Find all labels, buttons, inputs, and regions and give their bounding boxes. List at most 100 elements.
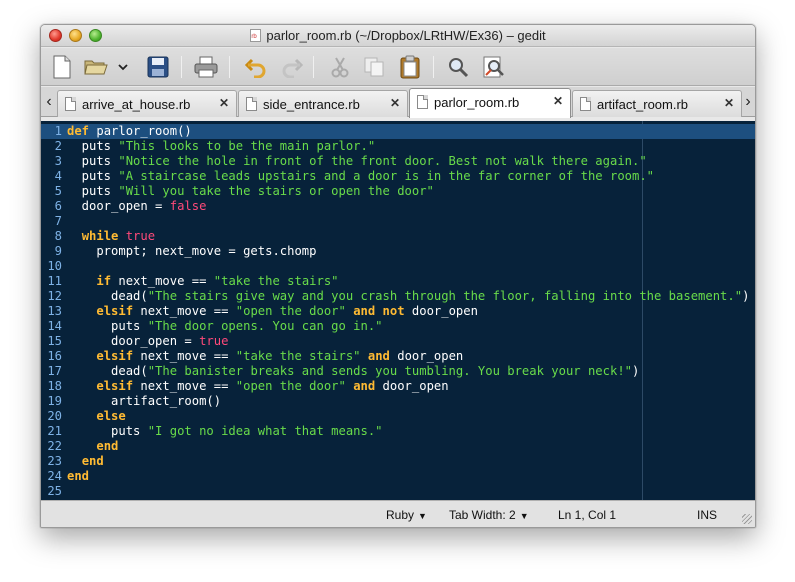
search-icon	[449, 58, 469, 78]
code-line[interactable]: 20 else	[41, 409, 755, 424]
line-number: 3	[54, 154, 62, 168]
line-number: 12	[47, 289, 62, 303]
code-line[interactable]: 5 puts "Will you take the stairs or open…	[41, 184, 755, 199]
status-bar: Ruby ▼ Tab Width: 2 ▼ Ln 1, Col 1 INS	[41, 500, 755, 527]
open-dropdown-button[interactable]	[115, 54, 131, 80]
tab-side-entrance[interactable]: side_entrance.rb ✕	[238, 90, 408, 117]
code-text: puts "I got no idea what that means."	[67, 424, 383, 438]
code-line[interactable]: 3 puts "Notice the hole in front of the …	[41, 154, 755, 169]
new-document-button[interactable]	[49, 54, 75, 80]
code-text: end	[67, 469, 90, 483]
code-line[interactable]: 25	[41, 484, 755, 499]
line-number: 6	[54, 199, 62, 213]
code-line[interactable]: 2 puts "This looks to be the main parlor…	[41, 139, 755, 154]
code-editor[interactable]: 1 def parlor_room() 2 puts "This looks to …	[41, 121, 755, 502]
line-number: 17	[47, 364, 62, 378]
code-line[interactable]: 12 dead("The stairs give way and you cra…	[41, 289, 755, 304]
code-text: puts "The door opens. You can go in."	[67, 319, 383, 333]
close-icon[interactable]: ✕	[724, 96, 734, 110]
code-line[interactable]: 23 end	[41, 454, 755, 469]
close-icon[interactable]: ✕	[219, 96, 229, 110]
code-text: while true	[81, 229, 156, 243]
redo-button[interactable]	[279, 54, 305, 80]
code-line[interactable]: 21 puts "I got no idea what that means."	[41, 424, 755, 439]
open-button[interactable]	[83, 54, 109, 80]
code-line[interactable]: 13 elsif next_move == "open the door" an…	[41, 304, 755, 319]
undo-icon	[245, 58, 266, 78]
line-number: 20	[47, 409, 62, 423]
tab-width-value: 2	[509, 508, 516, 522]
code-text: door_open = true	[67, 334, 229, 348]
toolbar	[41, 48, 755, 86]
line-number: 2	[54, 139, 62, 153]
line-number: 19	[47, 394, 62, 408]
cursor-position: Ln 1, Col 1	[558, 508, 617, 522]
close-icon[interactable]: ✕	[390, 96, 400, 110]
window-title: parlor_room.rb (~/Dropbox/LRtHW/Ex36) – …	[266, 28, 546, 43]
print-button[interactable]	[193, 54, 219, 80]
find-button[interactable]	[445, 54, 471, 80]
code-line[interactable]: 7	[41, 214, 755, 229]
paste-button[interactable]	[397, 54, 423, 80]
code-line[interactable]: 15 door_open = true	[41, 334, 755, 349]
scissors-icon	[331, 57, 349, 78]
code-line[interactable]: 9 prompt; next_move = gets.chomp	[41, 244, 755, 259]
tab-parlor-room[interactable]: parlor_room.rb ✕	[409, 88, 571, 118]
code-line[interactable]: 17 dead("The banister breaks and sends y…	[41, 364, 755, 379]
tab-artifact-room[interactable]: artifact_room.rb ✕	[572, 90, 742, 117]
code-text: elsif next_move == "take the stairs" and…	[96, 349, 464, 363]
code-line[interactable]: 18 elsif next_move == "open the door" an…	[41, 379, 755, 394]
resize-grip-icon[interactable]	[742, 514, 752, 524]
line-number: 16	[47, 349, 62, 363]
chevron-right-icon[interactable]: ›	[742, 92, 754, 112]
line-number: 10	[47, 259, 62, 273]
tab-label: artifact_room.rb	[597, 97, 689, 112]
line-number: 15	[47, 334, 62, 348]
code-line[interactable]: 10	[41, 259, 755, 274]
tab-arrive-at-house[interactable]: arrive_at_house.rb ✕	[57, 90, 237, 117]
save-button[interactable]	[145, 54, 171, 80]
chevron-left-icon[interactable]: ‹	[43, 92, 55, 112]
cut-button[interactable]	[327, 54, 353, 80]
chevron-down-icon	[118, 64, 128, 71]
code-line[interactable]: 22 end	[41, 439, 755, 454]
tab-width-selector[interactable]: Tab Width: 2 ▼	[449, 508, 529, 522]
line-number: 11	[47, 274, 62, 288]
close-icon[interactable]: ✕	[553, 94, 563, 108]
code-line[interactable]: 19 artifact_room()	[41, 394, 755, 409]
line-number: 23	[47, 454, 62, 468]
code-text: elsif next_move == "open the door" and n…	[96, 304, 478, 318]
code-line[interactable]: 14 puts "The door opens. You can go in."	[41, 319, 755, 334]
code-line[interactable]: 6 door_open = false	[41, 199, 755, 214]
code-text: end	[81, 454, 104, 468]
paste-icon	[400, 55, 420, 79]
code-line[interactable]: 1 def parlor_room()	[41, 124, 755, 139]
code-line[interactable]: 24 end	[41, 469, 755, 484]
line-number: 1	[54, 124, 62, 138]
document-icon	[246, 97, 257, 111]
line-number: 13	[47, 304, 62, 318]
new-document-icon	[53, 55, 71, 79]
insert-mode: INS	[697, 508, 718, 522]
line-number: 24	[47, 469, 62, 483]
ruby-file-icon	[250, 29, 262, 42]
undo-button[interactable]	[243, 54, 269, 80]
find-replace-button[interactable]	[481, 54, 507, 80]
toolbar-separator	[229, 56, 230, 78]
code-line[interactable]: 8 while true	[41, 229, 755, 244]
line-number: 22	[47, 439, 62, 453]
code-line[interactable]: 11 if next_move == "take the stairs"	[41, 274, 755, 289]
chevron-down-icon: ▼	[418, 511, 427, 521]
document-icon	[580, 97, 591, 111]
toolbar-separator	[313, 56, 314, 78]
code-text: puts "Notice the hole in front of the fr…	[67, 154, 647, 168]
language-selector[interactable]: Ruby ▼	[386, 508, 427, 522]
title-bar: parlor_room.rb (~/Dropbox/LRtHW/Ex36) – …	[41, 25, 755, 47]
code-text: else	[96, 409, 126, 423]
copy-button[interactable]	[361, 54, 387, 80]
code-line[interactable]: 16 elsif next_move == "take the stairs" …	[41, 349, 755, 364]
code-text: puts "Will you take the stairs or open t…	[67, 184, 434, 198]
line-number: 7	[54, 214, 62, 228]
line-number: 4	[54, 169, 62, 183]
code-line[interactable]: 4 puts "A staircase leads upstairs and a…	[41, 169, 755, 184]
